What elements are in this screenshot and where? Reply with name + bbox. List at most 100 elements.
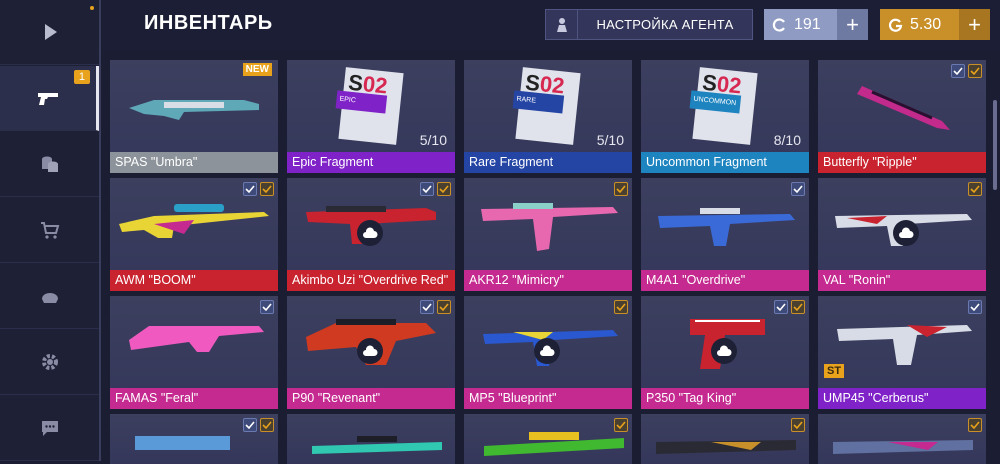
inventory-card[interactable]: FAMAS "Feral" bbox=[110, 296, 278, 409]
inventory-card[interactable]: P350 "Tag King" bbox=[641, 296, 809, 409]
sidebar-item-settings[interactable] bbox=[0, 330, 99, 395]
add-gold-button[interactable]: + bbox=[959, 9, 990, 40]
bullpup-rifle-icon bbox=[129, 326, 264, 352]
inventory-card[interactable]: MP5 "Blueprint" bbox=[464, 296, 632, 409]
inventory-card[interactable] bbox=[641, 414, 809, 464]
inventory-card[interactable] bbox=[287, 414, 455, 464]
check-icon[interactable] bbox=[791, 300, 805, 314]
inventory-card[interactable]: S02 EPIC 5/10 Epic Fragment bbox=[287, 60, 455, 173]
item-name: UMP45 "Cerberus" bbox=[818, 388, 986, 409]
cloud-icon bbox=[357, 338, 383, 364]
cart-icon bbox=[40, 222, 59, 239]
check-icon[interactable] bbox=[260, 300, 274, 314]
inventory-badge: 1 bbox=[73, 70, 90, 84]
check-icon[interactable] bbox=[437, 300, 451, 314]
check-icon[interactable] bbox=[420, 300, 434, 314]
item-name: Rare Fragment bbox=[464, 152, 632, 173]
item-name: SPAS "Umbra" bbox=[110, 152, 278, 173]
check-icon[interactable] bbox=[260, 182, 274, 196]
inventory-card[interactable]: Akimbo Uzi "Overdrive Red" bbox=[287, 178, 455, 291]
item-name: P350 "Tag King" bbox=[641, 388, 809, 409]
cloud-icon bbox=[357, 220, 383, 246]
item-name: Butterfly "Ripple" bbox=[818, 152, 986, 173]
gold-currency: 5.30 + bbox=[880, 9, 990, 40]
sidebar-item-shop[interactable] bbox=[0, 198, 99, 263]
check-icon[interactable] bbox=[243, 418, 257, 432]
check-icon[interactable] bbox=[243, 182, 257, 196]
check-icon[interactable] bbox=[420, 182, 434, 196]
item-name: Uncommon Fragment bbox=[641, 152, 809, 173]
assault-rifle-icon bbox=[481, 203, 618, 251]
fragment-count: 5/10 bbox=[596, 132, 624, 148]
check-icon[interactable] bbox=[614, 300, 628, 314]
knife-icon bbox=[857, 86, 950, 130]
check-icon[interactable] bbox=[260, 418, 274, 432]
add-silver-button[interactable]: + bbox=[837, 9, 868, 40]
cloud-icon bbox=[534, 338, 560, 364]
check-icon[interactable] bbox=[614, 182, 628, 196]
inventory-card[interactable] bbox=[464, 414, 632, 464]
agent-settings-button[interactable]: НАСТРОЙКА АГЕНТА bbox=[545, 9, 753, 40]
check-icon[interactable] bbox=[968, 300, 982, 314]
item-name: Akimbo Uzi "Overdrive Red" bbox=[287, 270, 455, 291]
shotgun-icon bbox=[129, 100, 259, 120]
check-icon[interactable] bbox=[791, 182, 805, 196]
check-icon[interactable] bbox=[968, 64, 982, 78]
silver-amount: 191 bbox=[794, 15, 821, 33]
sidebar: 1 bbox=[0, 0, 101, 461]
item-name: AKR12 "Mimicry" bbox=[464, 270, 632, 291]
sniper-rifle-icon bbox=[312, 436, 442, 454]
inventory-card[interactable]: AKR12 "Mimicry" bbox=[464, 178, 632, 291]
cloud-icon bbox=[893, 220, 919, 246]
pistol-icon bbox=[135, 436, 230, 450]
item-name: AWM "BOOM" bbox=[110, 270, 278, 291]
item-name: P90 "Revenant" bbox=[287, 388, 455, 409]
sidebar-item-play[interactable] bbox=[0, 0, 99, 65]
check-icon[interactable] bbox=[437, 182, 451, 196]
silver-coin-icon bbox=[772, 17, 785, 32]
inventory-card[interactable]: M4A1 "Overdrive" bbox=[641, 178, 809, 291]
check-icon[interactable] bbox=[968, 182, 982, 196]
sidebar-item-clan[interactable] bbox=[0, 264, 99, 329]
inventory-card[interactable]: Butterfly "Ripple" bbox=[818, 60, 986, 173]
assault-rifle-icon bbox=[833, 440, 973, 454]
item-name: VAL "Ronin" bbox=[818, 270, 986, 291]
item-name: MP5 "Blueprint" bbox=[464, 388, 632, 409]
inventory-card[interactable]: NEW SPAS "Umbra" bbox=[110, 60, 278, 173]
agent-settings-label: НАСТРОЙКА АГЕНТА bbox=[596, 17, 734, 32]
item-name: M4A1 "Overdrive" bbox=[641, 270, 809, 291]
inventory-card[interactable]: ST UMP45 "Cerberus" bbox=[818, 296, 986, 409]
smg-icon bbox=[837, 325, 972, 365]
item-name: FAMAS "Feral" bbox=[110, 388, 278, 409]
inventory-card[interactable]: S02 RARE 5/10 Rare Fragment bbox=[464, 60, 632, 173]
st-badge: ST bbox=[824, 364, 845, 378]
inventory-card[interactable] bbox=[818, 414, 986, 464]
inventory-card[interactable]: P90 "Revenant" bbox=[287, 296, 455, 409]
check-icon[interactable] bbox=[951, 64, 965, 78]
gold-amount: 5.30 bbox=[910, 15, 942, 33]
inventory-card[interactable] bbox=[110, 414, 278, 464]
scrollbar[interactable] bbox=[993, 100, 997, 190]
fragment-count: 5/10 bbox=[419, 132, 447, 148]
agent-icon bbox=[556, 17, 567, 32]
gold-coin-icon bbox=[888, 18, 903, 32]
assault-rifle-icon bbox=[656, 440, 796, 454]
sidebar-item-cases[interactable] bbox=[0, 132, 99, 197]
helmet-icon bbox=[41, 293, 58, 303]
sidebar-item-chat[interactable] bbox=[0, 396, 99, 461]
rifle-icon bbox=[484, 432, 624, 456]
item-name: Epic Fragment bbox=[287, 152, 455, 173]
coins-icon bbox=[41, 156, 58, 172]
pistol-icon bbox=[38, 93, 58, 105]
header: ИНВЕНТАРЬ НАСТРОЙКА АГЕНТА 191 + 5.30 + bbox=[102, 0, 1000, 50]
inventory-card[interactable]: VAL "Ronin" bbox=[818, 178, 986, 291]
check-icon[interactable] bbox=[774, 300, 788, 314]
new-badge: NEW bbox=[242, 63, 272, 76]
silver-currency: 191 + bbox=[764, 9, 868, 40]
inventory-card[interactable]: S02 UNCOMMON 8/10 Uncommon Fragment bbox=[641, 60, 809, 173]
page-title: ИНВЕНТАРЬ bbox=[144, 12, 273, 34]
assault-rifle-icon bbox=[658, 208, 795, 246]
play-icon bbox=[44, 24, 57, 40]
inventory-card[interactable]: AWM "BOOM" bbox=[110, 178, 278, 291]
sidebar-item-inventory[interactable]: 1 bbox=[0, 66, 99, 131]
